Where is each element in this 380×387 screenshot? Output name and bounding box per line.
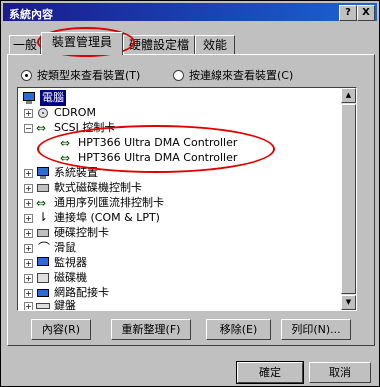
scroll-up-arrow-icon[interactable]: ▲ bbox=[341, 88, 356, 103]
radio-selected-icon[interactable] bbox=[21, 69, 32, 81]
tree-label: HPT366 Ultra DMA Controller bbox=[78, 151, 238, 164]
refresh-button[interactable]: 重新整理(F) bbox=[111, 319, 191, 340]
tree-label: CDROM bbox=[54, 106, 96, 119]
expand-icon[interactable]: + bbox=[24, 228, 33, 238]
tree-label: 磁碟機 bbox=[54, 271, 87, 284]
tree-label: SCSI 控制卡 bbox=[54, 121, 116, 134]
tree-node-monitor[interactable]: + 監視器 bbox=[24, 255, 87, 271]
scsi-icon bbox=[60, 135, 74, 151]
remove-button[interactable]: 移除(E) bbox=[206, 319, 271, 340]
tree-label: 系統裝置 bbox=[54, 166, 98, 179]
expand-icon[interactable]: + bbox=[24, 273, 33, 283]
tree-label-computer: 電腦 bbox=[40, 90, 66, 106]
system-properties-window: 系統內容 ? X 一般 裝置管理員 硬體設定檔 效能 按類型來查看裝置(T) 按… bbox=[0, 0, 380, 387]
tree-node-keyboard[interactable]: + 鍵盤 bbox=[24, 298, 76, 311]
expand-icon[interactable]: + bbox=[24, 183, 33, 193]
tab-hardware-profiles[interactable]: 硬體設定檔 bbox=[123, 35, 195, 54]
usb-icon bbox=[36, 195, 50, 211]
tree-node-system-devices[interactable]: + 系統裝置 bbox=[24, 165, 98, 181]
help-button[interactable]: ? bbox=[339, 5, 357, 21]
expand-icon[interactable]: + bbox=[24, 198, 33, 208]
expand-icon[interactable]: + bbox=[24, 168, 33, 178]
tree-label: 監視器 bbox=[54, 256, 87, 269]
system-devices-icon bbox=[36, 166, 50, 180]
cancel-button[interactable]: 取消 bbox=[309, 362, 371, 383]
tree-node-hdd-controller[interactable]: + 硬碟控制卡 bbox=[24, 225, 109, 241]
scsi-icon bbox=[60, 150, 74, 166]
view-by-connection-label: 按連線來查看裝置(C) bbox=[189, 69, 294, 82]
tree-node-disk-drives[interactable]: + 磁碟機 bbox=[24, 270, 87, 286]
tree-node-ports[interactable]: + 連接埠 (COM & LPT) bbox=[24, 209, 160, 226]
scsi-icon bbox=[36, 120, 50, 136]
view-by-type-option[interactable]: 按類型來查看裝置(T) bbox=[21, 67, 140, 83]
device-tree[interactable]: 電腦 + CDROM − SCSI 控制卡 HPT366 Ultra DMA C… bbox=[17, 87, 357, 311]
port-icon bbox=[36, 209, 50, 225]
scroll-down-arrow-icon[interactable]: ▼ bbox=[341, 295, 356, 310]
collapse-icon[interactable]: − bbox=[24, 123, 33, 133]
mouse-icon bbox=[36, 240, 50, 256]
tree-label: 軟式磁碟機控制卡 bbox=[54, 181, 142, 194]
window-title: 系統內容 bbox=[9, 8, 53, 21]
title-bar[interactable]: 系統內容 ? X bbox=[3, 3, 377, 21]
tree-label: 連接埠 (COM & LPT) bbox=[54, 211, 160, 224]
keyboard-icon bbox=[36, 299, 50, 310]
close-button[interactable]: X bbox=[357, 5, 375, 21]
tree-label: 滑鼠 bbox=[54, 241, 76, 254]
hdd-controller-icon bbox=[36, 226, 50, 240]
tree-node-scsi[interactable]: − SCSI 控制卡 bbox=[24, 120, 115, 136]
print-button[interactable]: 列印(N)... bbox=[281, 319, 351, 340]
scroll-thumb[interactable] bbox=[341, 104, 356, 294]
view-by-connection-option[interactable]: 按連線來查看裝置(C) bbox=[173, 67, 293, 83]
tree-node-mouse[interactable]: + 滑鼠 bbox=[24, 240, 76, 256]
tree-label: HPT366 Ultra DMA Controller bbox=[78, 136, 238, 149]
vertical-scrollbar[interactable]: ▲ ▼ bbox=[341, 88, 356, 310]
tree-node-hpt366-2[interactable]: HPT366 Ultra DMA Controller bbox=[60, 150, 237, 166]
tab-performance[interactable]: 效能 bbox=[195, 35, 235, 54]
expand-icon[interactable]: + bbox=[24, 213, 33, 223]
expand-icon[interactable]: + bbox=[24, 108, 33, 118]
tree-node-floppy-controller[interactable]: + 軟式磁碟機控制卡 bbox=[24, 180, 142, 196]
tree-label: 硬碟控制卡 bbox=[54, 226, 109, 239]
monitor-icon bbox=[36, 256, 50, 270]
disk-drive-icon bbox=[36, 271, 50, 285]
expand-icon[interactable]: + bbox=[24, 301, 33, 310]
tree-node-hpt366-1[interactable]: HPT366 Ultra DMA Controller bbox=[60, 135, 237, 151]
expand-icon[interactable]: + bbox=[24, 258, 33, 268]
properties-button[interactable]: 內容(R) bbox=[31, 319, 91, 340]
expand-icon[interactable]: + bbox=[24, 288, 33, 298]
tab-device-manager[interactable]: 裝置管理員 bbox=[41, 32, 123, 55]
cdrom-icon bbox=[36, 106, 50, 120]
computer-icon bbox=[22, 91, 36, 105]
ok-button[interactable]: 確定 bbox=[236, 361, 304, 384]
tree-node-computer[interactable]: 電腦 bbox=[22, 90, 66, 106]
tab-general[interactable]: 一般 bbox=[9, 35, 41, 54]
tree-label: 鍵盤 bbox=[54, 299, 76, 311]
tree-label: 通用序列匯流排控制卡 bbox=[54, 196, 164, 209]
view-by-type-label: 按類型來查看裝置(T) bbox=[37, 69, 141, 82]
floppy-controller-icon bbox=[36, 181, 50, 195]
expand-icon[interactable]: + bbox=[24, 243, 33, 253]
radio-unselected-icon[interactable] bbox=[173, 69, 184, 81]
tree-node-cdrom[interactable]: + CDROM bbox=[24, 105, 96, 121]
